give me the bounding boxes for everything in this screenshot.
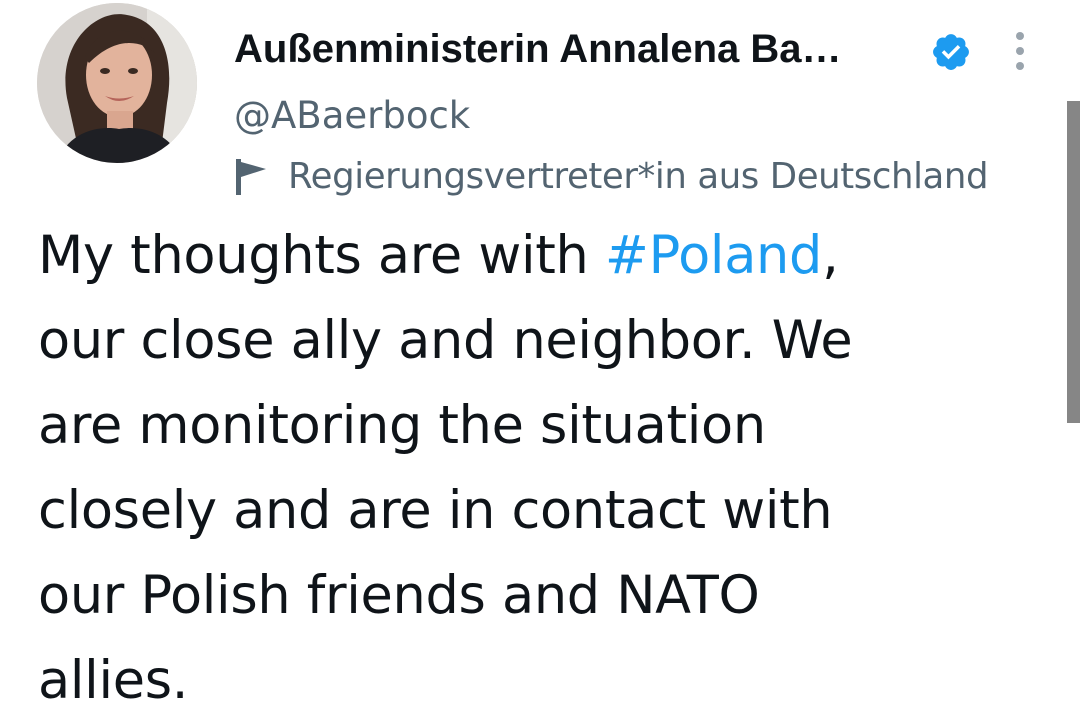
more-options-icon[interactable] — [1004, 28, 1036, 74]
tweet-line: My thoughts are with #Poland, — [38, 213, 1048, 298]
account-label: Regierungsvertreter*in aus Deutschland — [288, 156, 989, 197]
tweet-line: our close ally and neighbor. We — [38, 310, 853, 371]
tweet-text: My thoughts are with #Poland, our close … — [38, 213, 1048, 723]
tweet-line: allies. — [38, 650, 189, 711]
avatar[interactable] — [37, 3, 197, 163]
avatar-photo — [37, 3, 197, 163]
tweet-line: closely and are in contact with — [38, 480, 833, 541]
tweet-line: our Polish friends and NATO — [38, 565, 760, 626]
verified-badge-icon — [933, 34, 969, 70]
scrollbar[interactable] — [1067, 101, 1080, 423]
tweet-text-segment: , — [822, 225, 839, 286]
tweet-line: are monitoring the situation — [38, 395, 766, 456]
tweet-text-segment: My thoughts are with — [38, 225, 605, 286]
hashtag-link[interactable]: #Poland — [605, 225, 822, 286]
government-flag-icon — [236, 159, 266, 195]
user-handle[interactable]: @ABaerbock — [234, 92, 470, 140]
display-name[interactable]: Außenministerin Annalena Ba… — [234, 24, 842, 74]
